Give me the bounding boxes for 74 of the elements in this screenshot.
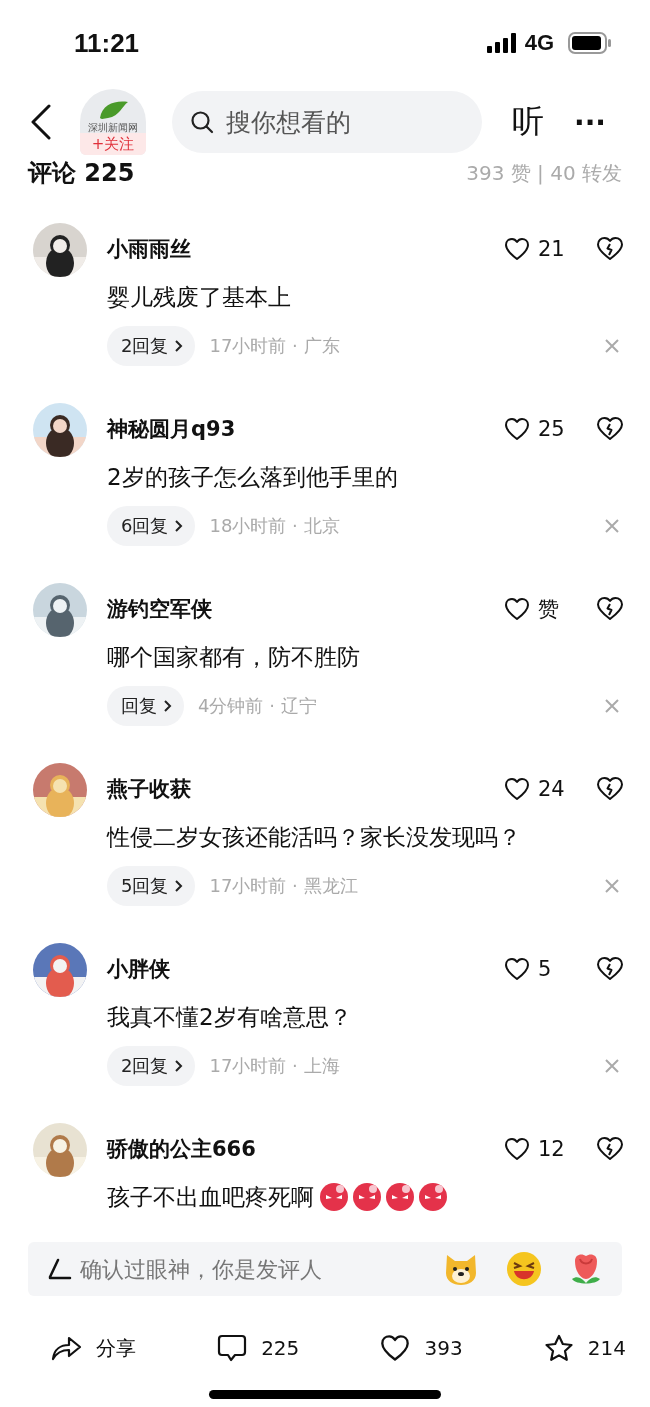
status-time: 11:21 — [74, 27, 140, 59]
user-name[interactable]: 小雨雨丝 — [107, 235, 504, 263]
comment-time: 17小时前 · 黑龙江 — [209, 874, 359, 898]
comment-time: 17小时前 · 上海 — [209, 1054, 341, 1078]
like-button[interactable]: 12 — [504, 1137, 588, 1161]
angry-face-icon — [385, 1182, 415, 1212]
star-icon — [543, 1334, 574, 1362]
angry-face-icon — [319, 1182, 349, 1212]
search-icon — [190, 110, 214, 134]
comments-title: 评论 225 — [28, 158, 135, 189]
comment-time: 17小时前 · 广东 — [209, 334, 341, 358]
comment-text: 孩子不出血吧疼死啊 — [107, 1182, 314, 1212]
heart-icon — [380, 1334, 411, 1362]
like-button[interactable]: 5 — [504, 957, 588, 981]
angry-face-icon — [352, 1182, 382, 1212]
laughing-face-icon[interactable] — [506, 1251, 542, 1287]
post-stats: 393 赞 | 40 转发 — [466, 159, 622, 187]
heart-icon — [504, 597, 530, 621]
replies-button[interactable]: 6回复 — [107, 506, 196, 546]
chevron-icon — [163, 699, 172, 713]
action-button[interactable]: 214 — [543, 1334, 626, 1362]
comment-text: 哪个国家都有，防不胜防 — [107, 642, 360, 672]
user-name[interactable]: 骄傲的公主666 — [107, 1135, 504, 1163]
comment-text: 性侵二岁女孩还能活吗？家长没发现吗？ — [107, 822, 521, 852]
user-name[interactable]: 神秘圆月q93 — [107, 415, 504, 443]
listen-button[interactable]: 听 — [512, 100, 544, 144]
comment-time: 18小时前 · 北京 — [209, 514, 341, 538]
user-name[interactable]: 小胖侠 — [107, 955, 504, 983]
replies-button[interactable]: 5回复 — [107, 866, 196, 906]
broken-heart-icon[interactable] — [596, 776, 624, 802]
chevron-icon — [174, 1059, 184, 1073]
like-button[interactable]: 25 — [504, 417, 588, 441]
broken-heart-icon[interactable] — [596, 956, 624, 982]
replies-button[interactable]: 回复 — [107, 686, 184, 726]
broken-heart-icon[interactable] — [596, 236, 624, 262]
like-button[interactable]: 赞 — [504, 595, 588, 623]
user-name[interactable]: 燕子收获 — [107, 775, 504, 803]
more-button[interactable]: ··· — [574, 105, 606, 139]
follow-button[interactable]: +关注 — [80, 133, 146, 155]
replies-button[interactable]: 2回复 — [107, 326, 196, 366]
like-button[interactable]: 24 — [504, 777, 588, 801]
comment-text: 2岁的孩子怎么落到他手里的 — [107, 462, 398, 492]
chevron-icon — [174, 879, 184, 893]
account-badge[interactable]: 深圳新闻网 +关注 — [80, 89, 146, 155]
chevron-icon — [174, 519, 184, 533]
chevron-icon — [174, 339, 184, 353]
action-button[interactable]: 393 — [380, 1334, 463, 1362]
broken-heart-icon[interactable] — [596, 596, 624, 622]
replies-button[interactable]: 2回复 — [107, 1046, 196, 1086]
comment-text: 我真不懂2岁有啥意思？ — [107, 1002, 352, 1032]
battery-icon — [568, 32, 612, 54]
comment-time: 4分钟前 · 辽宁 — [198, 694, 318, 718]
account-name: 深圳新闻网 — [88, 122, 138, 133]
user-name[interactable]: 游钓空军侠 — [107, 595, 504, 623]
broken-heart-icon[interactable] — [596, 416, 624, 442]
heart-icon — [504, 417, 530, 441]
network-label: 4G — [524, 30, 554, 56]
like-button[interactable]: 21 — [504, 237, 588, 261]
comment-icon — [217, 1334, 248, 1362]
pen-icon — [46, 1257, 72, 1281]
comment-text: 婴儿残废了基本上 — [107, 282, 291, 312]
share-icon — [50, 1334, 82, 1362]
heart-icon — [504, 1137, 530, 1161]
heart-icon — [504, 237, 530, 261]
action-button[interactable]: 225 — [217, 1334, 300, 1362]
search-field[interactable]: 搜你想看的 — [172, 91, 482, 153]
action-button[interactable]: 分享 — [50, 1334, 136, 1362]
back-icon[interactable] — [30, 104, 52, 140]
broken-heart-icon[interactable] — [596, 1136, 624, 1162]
signal-icon — [486, 33, 519, 53]
heart-icon — [504, 777, 530, 801]
comment-input[interactable]: 确认过眼神，你是发评人 — [28, 1242, 622, 1296]
heart-icon — [504, 957, 530, 981]
angry-face-icon — [418, 1182, 448, 1212]
